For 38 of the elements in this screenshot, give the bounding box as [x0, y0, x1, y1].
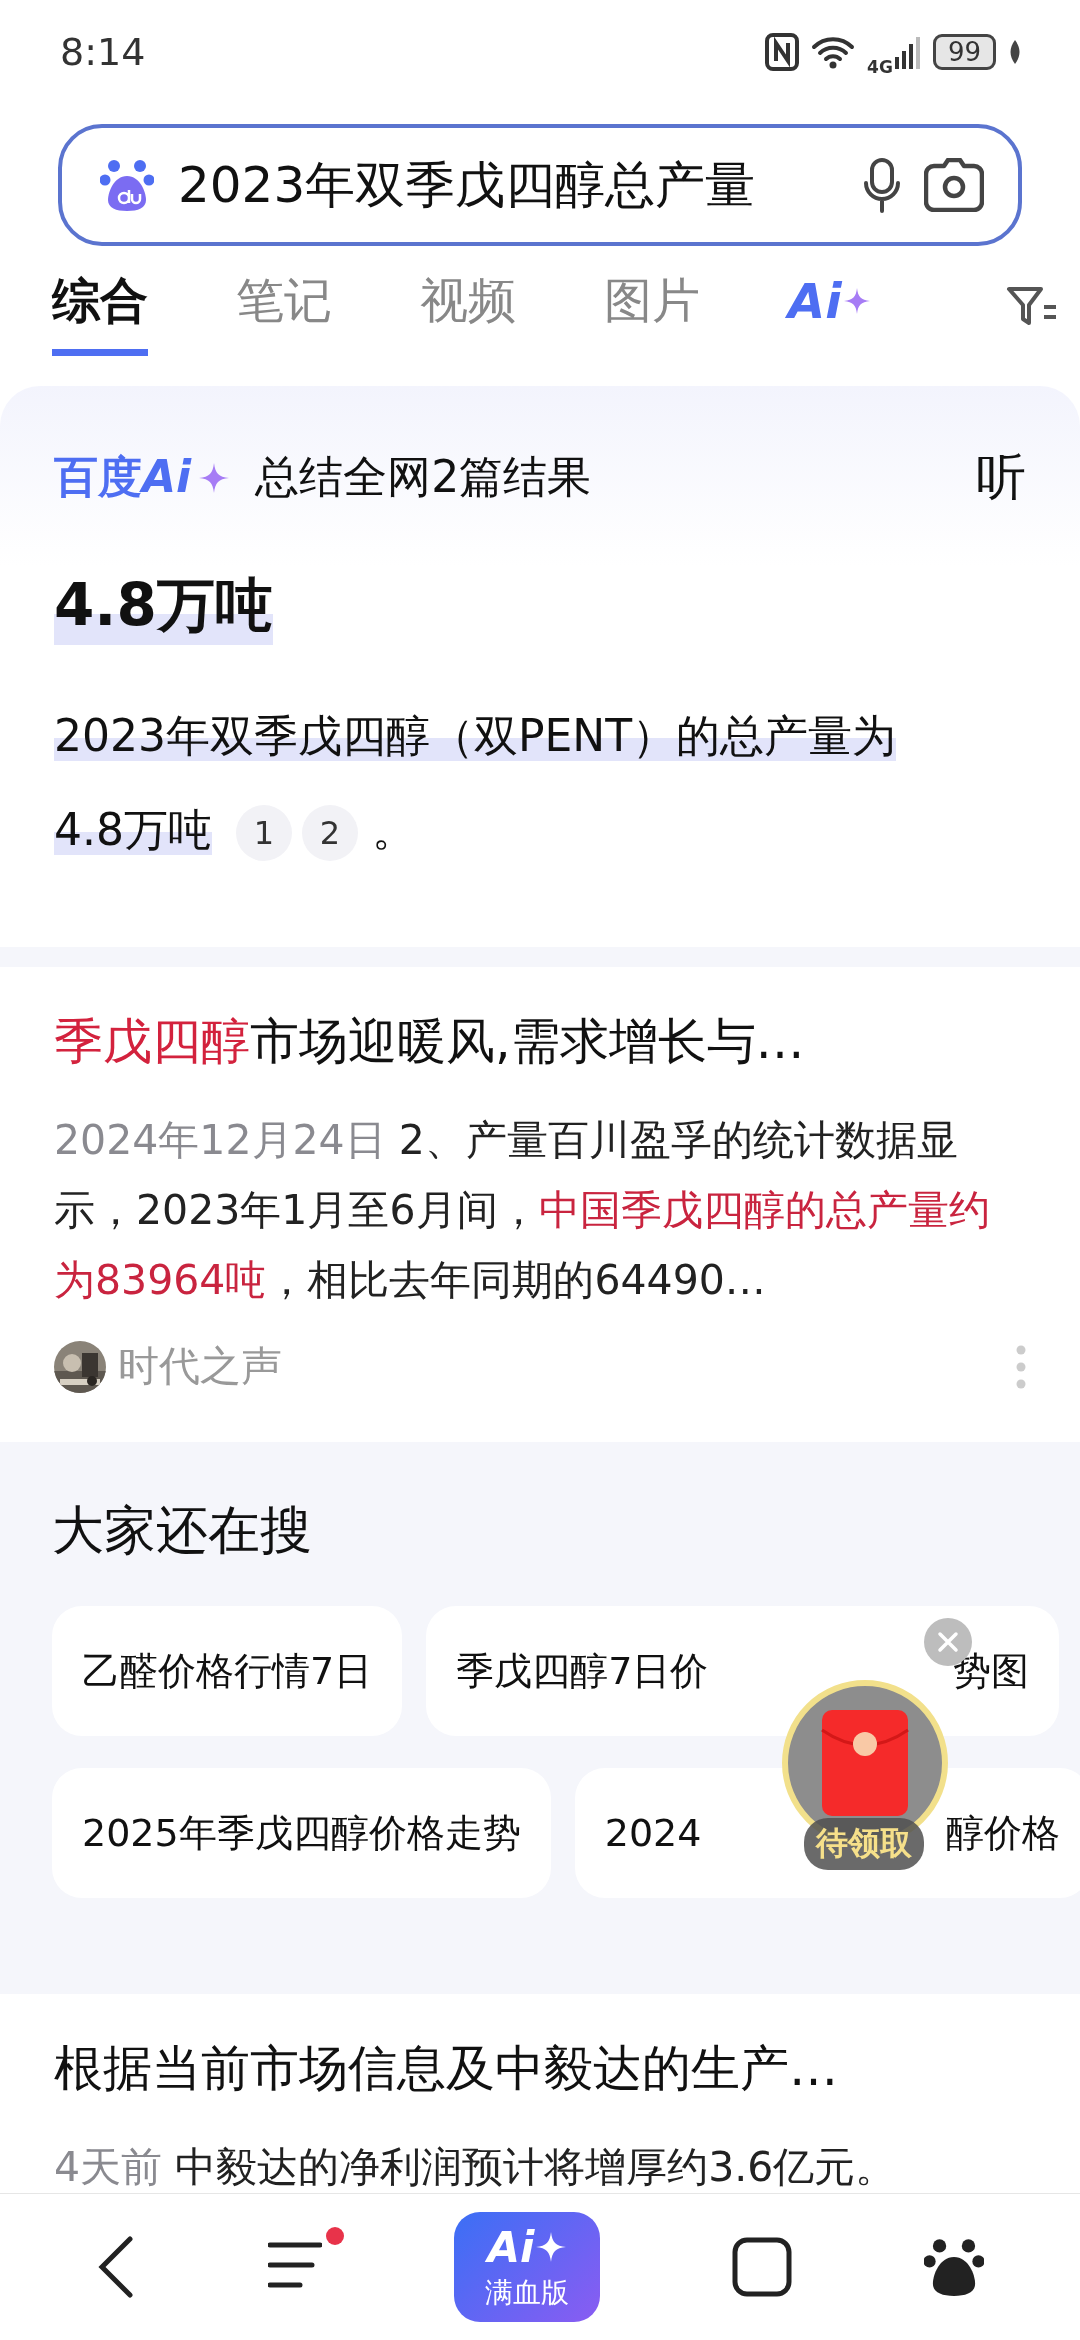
paw-icon[interactable]	[924, 2237, 984, 2297]
listen-button[interactable]: 听	[976, 444, 1026, 511]
paw-logo-icon	[100, 158, 154, 212]
tab[interactable]: 笔记	[236, 258, 332, 356]
wifi-icon	[811, 35, 856, 69]
tab[interactable]: 视频	[420, 258, 516, 356]
camera-icon[interactable]	[924, 158, 984, 212]
reward-label[interactable]: 待领取	[804, 1818, 924, 1870]
menu-icon[interactable]	[268, 2241, 322, 2289]
section-title: 大家还在搜	[52, 1499, 313, 1562]
result-snippet: 2024年12月24日 2、产量百川盈孚的统计数据显示，2023年1月至6月间，中国季戊四醇的总产量约为83964吨，相比去年同期的64490…	[54, 1115, 991, 1306]
back-icon[interactable]	[96, 2235, 136, 2299]
sparkle-icon	[536, 2232, 567, 2262]
answer-punctuation: 。	[372, 804, 416, 855]
battery-level: 99	[932, 34, 996, 70]
network-label: 4G	[867, 57, 893, 77]
tab[interactable]: 综合	[52, 258, 148, 356]
microphone-icon[interactable]	[864, 157, 900, 213]
related-search-chip[interactable]: 乙醛价格行情7日	[52, 1606, 403, 1736]
search-bar[interactable]: 2023年双季戊四醇总产量	[58, 124, 1022, 246]
ai-button[interactable]: Ai 满血版	[454, 2212, 600, 2322]
search-field[interactable]: 2023年双季戊四醇总产量	[178, 156, 840, 214]
sparkle-icon	[199, 462, 230, 493]
result-title[interactable]: 根据当前市场信息及中毅达的生产…	[54, 2034, 1026, 2104]
summary-title: 总结全网2篇结果	[255, 450, 592, 504]
signal-icon	[894, 35, 921, 69]
related-search-chip[interactable]: 2025年季戊四醇价格走势	[52, 1768, 551, 1898]
citation-link[interactable]: 2	[302, 805, 358, 861]
nfc-icon	[765, 33, 800, 71]
sparkle-icon	[843, 287, 870, 314]
brand-logo: 百度Ai	[54, 450, 192, 504]
result-title[interactable]: 季戊四醇市场迎暖风,需求增长与…	[54, 1007, 1026, 1077]
app-square-icon[interactable]	[732, 2237, 792, 2297]
result-snippet: 4天前 中毅达的净利润预计将增厚约3.6亿元。	[54, 2142, 898, 2193]
status-time: 8:14	[60, 30, 146, 74]
leaf-icon	[1008, 39, 1022, 65]
citation-link[interactable]: 1	[236, 805, 292, 861]
tab[interactable]: 图片	[604, 258, 700, 356]
